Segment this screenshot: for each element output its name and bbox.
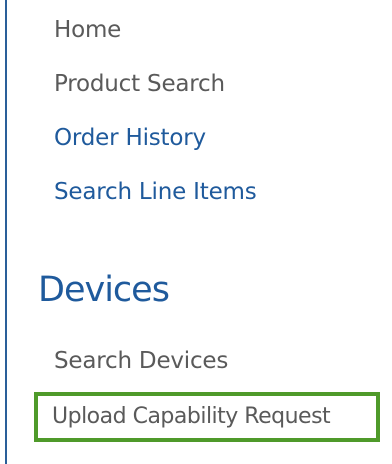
nav-link-search-line-items[interactable]: Search Line Items	[54, 178, 257, 206]
devices-section-heading: Devices	[38, 270, 170, 310]
sidebar-left-border	[5, 0, 7, 464]
nav-link-product-search[interactable]: Product Search	[54, 70, 225, 98]
nav-link-home[interactable]: Home	[54, 16, 121, 44]
nav-link-order-history[interactable]: Order History	[54, 124, 206, 152]
nav-link-search-devices[interactable]: Search Devices	[54, 347, 228, 375]
nav-link-upload-capability-request[interactable]: Upload Capability Request	[52, 403, 331, 431]
